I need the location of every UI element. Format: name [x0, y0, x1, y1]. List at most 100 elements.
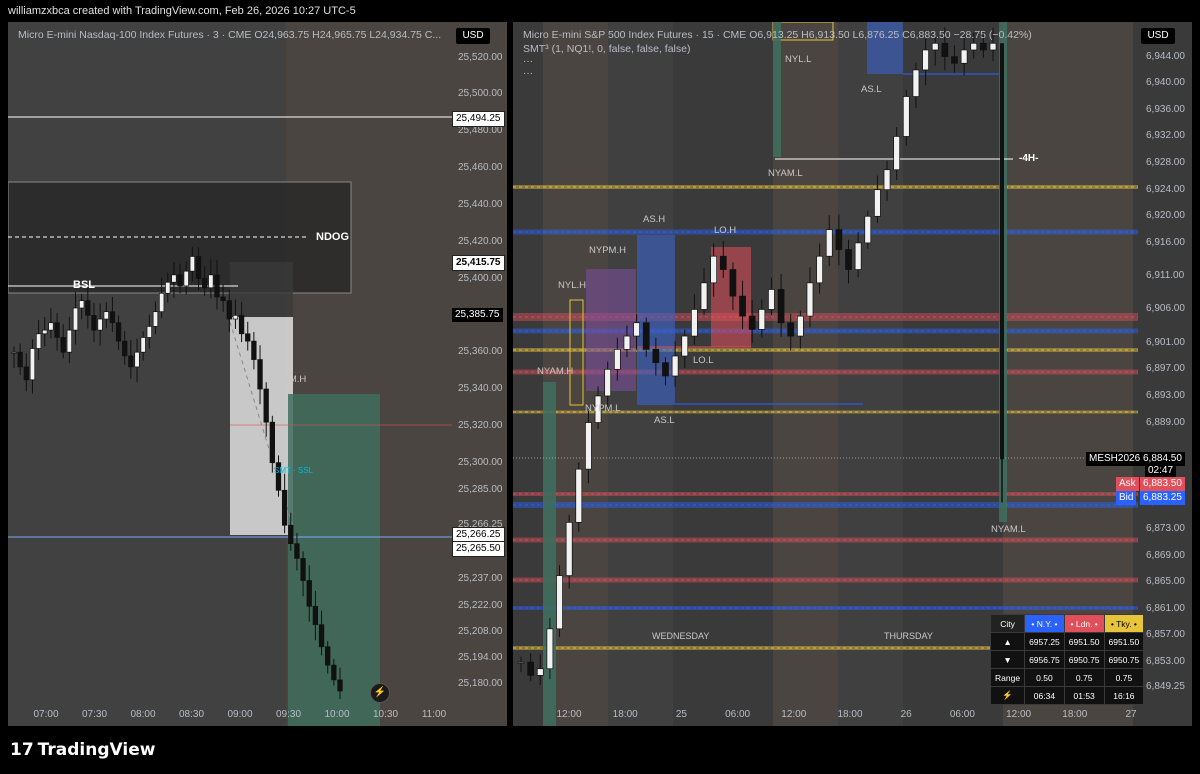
candle-body: [719, 255, 727, 270]
footer-bar: 𝟭𝟳 TradingView: [0, 728, 1200, 774]
nasdaq-chart-title: Micro E-mini Nasdaq-100 Index Futures · …: [18, 29, 442, 41]
price-tick: 6,924.00: [1146, 183, 1185, 195]
lightning-icon[interactable]: ⚡: [370, 683, 390, 703]
price-tick: 25,320.00: [458, 419, 503, 431]
candle-body: [165, 281, 171, 294]
price-tick: 25,360.00: [458, 346, 503, 358]
candle-body: [269, 421, 275, 464]
time-tick: 09:30: [275, 709, 302, 720]
time-tick: 25: [675, 709, 687, 720]
nyl-h-label: NYL.H: [558, 280, 586, 291]
candle-body: [288, 524, 294, 545]
smt-indicator-label[interactable]: SMT³ (1, NQ1!, 0, false, false, false): [523, 43, 690, 55]
candle-body: [662, 362, 669, 377]
session-table: City • N.Y. • • Ldn. • • Tky. • ▲ 6957.2…: [989, 614, 1145, 705]
up-arrow-icon: ▲: [989, 632, 1026, 651]
candle-body: [796, 315, 804, 337]
time-tick: 10:30: [372, 709, 399, 720]
candle-body: [177, 274, 183, 287]
candle-body: [60, 337, 66, 353]
price-badge-25494: 25,494.25: [452, 111, 505, 127]
price-tick: 6,869.00: [1146, 549, 1185, 561]
candle-body: [134, 351, 140, 368]
price-tick: 6,928.00: [1146, 157, 1185, 169]
candle-body: [989, 42, 997, 51]
nasdaq-currency-button[interactable]: USD: [456, 28, 490, 44]
candle-body: [642, 322, 650, 350]
nyam-h-label-right: NYAM.H: [537, 366, 574, 377]
candle-body: [103, 311, 109, 320]
nasdaq-chart-panel[interactable]: Micro E-mini Nasdaq-100 Index Futures · …: [8, 22, 507, 726]
price-tick: 6,920.00: [1146, 210, 1185, 222]
candle-body: [575, 468, 583, 523]
candle-body: [128, 355, 134, 368]
candle-body: [238, 315, 245, 335]
price-tick: 6,940.00: [1146, 77, 1185, 89]
sp500-chart-panel[interactable]: Micro E-mini S&P 500 Index Futures · 15 …: [513, 22, 1192, 726]
price-tick: 6,936.00: [1146, 103, 1185, 115]
candle-body: [152, 311, 159, 327]
candle-body: [864, 215, 872, 244]
price-tick: 6,853.00: [1146, 656, 1185, 668]
lightning-icon[interactable]: ⚡: [1002, 690, 1013, 700]
price-tick: 25,340.00: [458, 383, 503, 394]
candle-body: [710, 255, 718, 284]
thursday-label: THURSDAY: [884, 631, 933, 641]
brand-name: TradingView: [37, 740, 156, 760]
price-tick: 25,222.00: [458, 600, 503, 612]
price-tick: 6,865.00: [1146, 576, 1185, 588]
candle-body: [758, 309, 766, 330]
candle-body: [700, 282, 708, 310]
price-tick: 6,849.25: [1146, 681, 1185, 693]
down-arrow-icon: ▼: [989, 650, 1026, 669]
candle-body: [536, 668, 544, 676]
candle-body: [312, 605, 319, 626]
candle-body: [11, 351, 17, 354]
table-cell: 6956.75: [1024, 650, 1065, 669]
candle-body: [263, 388, 269, 423]
candle-body: [941, 42, 949, 57]
candle-body: [245, 333, 251, 342]
tradingview-logo[interactable]: 𝟭𝟳 TradingView: [10, 740, 155, 760]
candle-body: [214, 274, 220, 298]
candle-body: [97, 318, 103, 331]
session-row-high: ▲ 6957.25 6951.50 6951.50: [989, 632, 1145, 651]
table-cell: 0.75: [1063, 668, 1105, 687]
sp500-chart-title: Micro E-mini S&P 500 Index Futures · 15 …: [523, 29, 1032, 41]
nyam-l-top-label: NYAM.L: [768, 168, 803, 179]
candle-body: [294, 543, 300, 559]
price-badge-25265: 25,265.50: [452, 541, 505, 557]
candle-body: [122, 340, 128, 357]
tradingview-logo-icon: 𝟭𝟳: [10, 740, 34, 760]
candle-body: [527, 661, 534, 676]
table-cell: 0.75: [1103, 668, 1145, 687]
candle-body: [300, 558, 306, 581]
time-tick: 08:00: [130, 709, 156, 720]
session-header-city: City: [989, 614, 1026, 633]
price-tick: 6,906.00: [1146, 303, 1185, 315]
more-dots-icon-2[interactable]: ···: [523, 68, 533, 79]
candle-body: [325, 646, 331, 666]
nasdaq-chart-canvas[interactable]: [8, 22, 507, 726]
nyam-h-label: NYAM.H: [270, 374, 307, 385]
ask-label: Ask: [1116, 477, 1139, 491]
session-row-range: Range 0.50 0.75 0.75: [989, 668, 1145, 687]
sp500-currency-button[interactable]: USD: [1141, 28, 1175, 44]
candle-body: [883, 169, 891, 191]
candle-body: [806, 282, 814, 317]
nypm-l-label: NYPM.L: [585, 403, 621, 414]
candle-body: [681, 335, 689, 357]
candle-body: [748, 315, 756, 330]
table-cell: 6957.25: [1024, 632, 1065, 651]
price-tick: 6,911.00: [1146, 270, 1185, 282]
session-row-time: ⚡ 06:34 01:53 16:16: [989, 686, 1145, 705]
candle-body: [623, 335, 631, 350]
more-dots-icon[interactable]: ···: [523, 56, 533, 67]
table-cell: ⚡: [989, 686, 1026, 705]
bid-price-badge: 6,883.25: [1140, 491, 1185, 505]
table-cell: 16:16: [1103, 686, 1145, 705]
table-cell: 6951.50: [1103, 632, 1145, 651]
green-zone-top: [773, 22, 781, 157]
price-tick: 25,520.00: [458, 51, 503, 63]
bid-label: Bid: [1116, 491, 1137, 505]
